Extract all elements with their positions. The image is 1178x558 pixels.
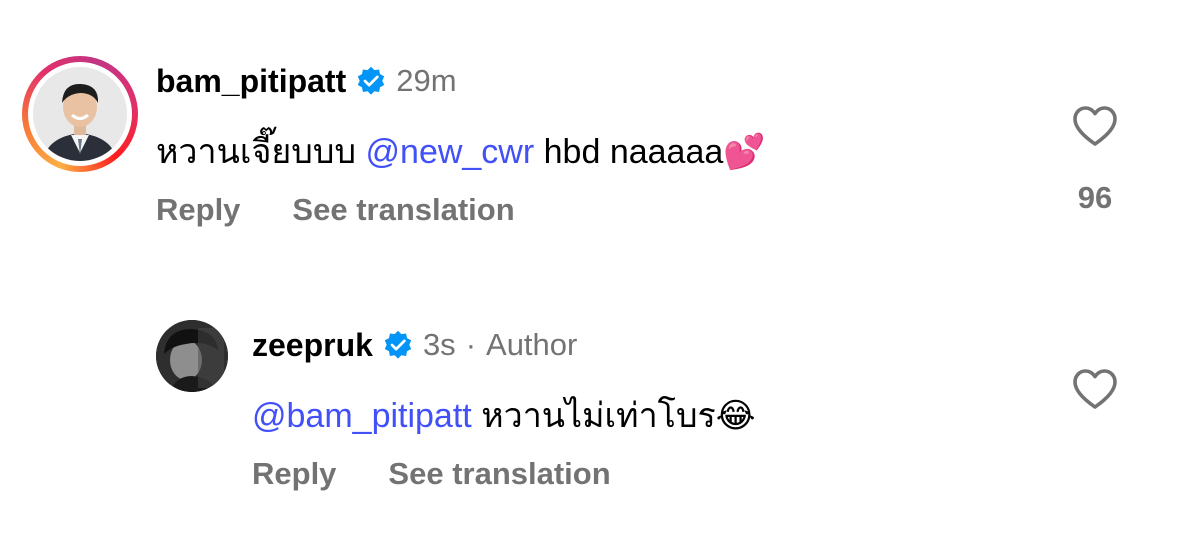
avatar[interactable]	[156, 320, 228, 392]
reply-username[interactable]: zeepruk	[252, 327, 373, 364]
two-hearts-emoji: 💕	[723, 133, 766, 171]
comment-timestamp: 29m	[396, 63, 457, 98]
reply-header: zeepruk 3s · Author	[252, 322, 577, 368]
reply-button[interactable]: Reply	[156, 192, 240, 228]
heart-outline-icon[interactable]	[1071, 367, 1119, 411]
author-label: Author	[486, 327, 578, 362]
see-translation-button[interactable]: See translation	[292, 192, 514, 228]
verified-badge-icon	[384, 330, 412, 359]
reply-text: @bam_pitipatt หวานไม่เท่าโบร😂	[252, 388, 756, 442]
comment-actions: Reply See translation	[156, 192, 515, 228]
avatar	[33, 67, 127, 161]
comment-body-tail: hbd naaaaa	[543, 133, 724, 171]
verified-badge-icon	[358, 66, 385, 95]
person-photo-icon	[156, 320, 228, 392]
heart-outline-icon[interactable]	[1071, 104, 1119, 148]
reply-timestamp: 3s	[422, 327, 456, 362]
reply-body-text: หวานไม่เท่าโบร	[481, 397, 716, 435]
reply-actions: Reply See translation	[252, 456, 611, 492]
comment-text: หวานเจี๊ยบบบ @new_cwr hbd naaaaa💕	[156, 124, 766, 178]
laughing-emoji: 😂	[715, 397, 756, 435]
like-count: 96	[1077, 180, 1113, 215]
separator-dot: ·	[465, 327, 477, 362]
comment-header: bam_pitipatt 29m	[156, 58, 457, 104]
person-photo-icon	[33, 67, 127, 161]
comment-mention-link[interactable]: @new_cwr	[366, 133, 535, 171]
see-translation-button[interactable]: See translation	[388, 456, 610, 492]
reply-mention-link[interactable]: @bam_pitipatt	[252, 397, 472, 435]
comment-body-text: หวานเจี๊ยบบบ	[156, 133, 357, 171]
avatar-with-story-ring[interactable]	[22, 56, 138, 172]
comment-username[interactable]: bam_pitipatt	[156, 63, 346, 100]
reply-button[interactable]: Reply	[252, 456, 336, 492]
